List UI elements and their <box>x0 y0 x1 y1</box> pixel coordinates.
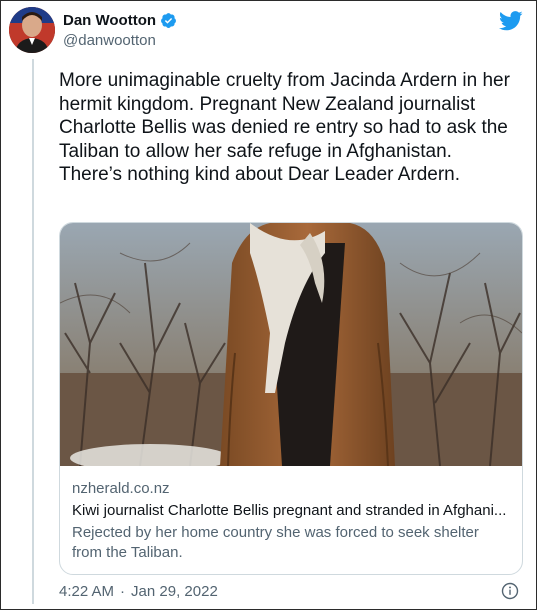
separator: · <box>120 583 126 600</box>
tweet-embed: Dan Wootton @danwootton More unimaginabl… <box>0 0 537 610</box>
card-domain: nzherald.co.nz <box>72 480 170 497</box>
card-meta: nzherald.co.nz Kiwi journalist Charlotte… <box>72 479 512 563</box>
link-card[interactable]: nzherald.co.nz Kiwi journalist Charlotte… <box>59 222 523 575</box>
profile-avatar <box>9 7 55 53</box>
timestamp[interactable]: 4:22 AM · Jan 29, 2022 <box>59 583 218 600</box>
card-description: Rejected by her home country she was for… <box>72 524 479 561</box>
thread-line <box>32 59 34 604</box>
author-handle[interactable]: @danwootton <box>63 32 156 49</box>
avatar[interactable] <box>9 7 55 53</box>
twitter-bird-icon[interactable] <box>498 11 523 31</box>
tweet-date: Jan 29, 2022 <box>131 583 218 600</box>
info-icon[interactable] <box>501 582 519 600</box>
article-photo[interactable] <box>60 223 522 466</box>
display-name[interactable]: Dan Wootton <box>63 12 156 29</box>
card-title[interactable]: Kiwi journalist Charlotte Bellis pregnan… <box>72 501 512 521</box>
tweet-header: Dan Wootton @danwootton <box>9 7 529 55</box>
name-row: Dan Wootton <box>63 12 177 29</box>
tweet-text: More unimaginable cruelty from Jacinda A… <box>59 70 510 185</box>
tweet-time: 4:22 AM <box>59 583 115 600</box>
verified-badge-icon <box>160 12 177 29</box>
tweet-footer: 4:22 AM · Jan 29, 2022 <box>59 581 523 603</box>
